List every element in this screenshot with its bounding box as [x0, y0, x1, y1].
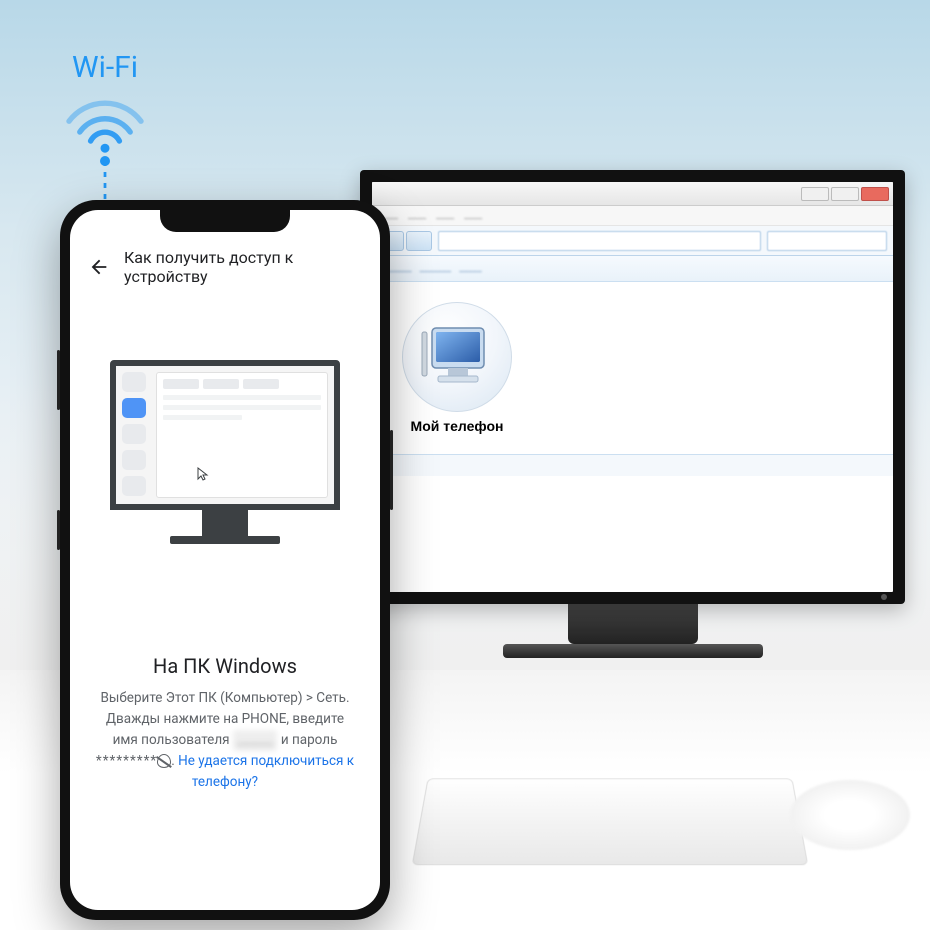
password-masked: ********* [96, 753, 157, 769]
toolbar-item[interactable]: _______ [420, 263, 452, 274]
page-title: Как получить доступ к устройству [124, 248, 362, 286]
instruction-line-1: Выберите Этот ПК (Компьютер) > Сеть. [100, 690, 349, 706]
cursor-icon [197, 467, 209, 481]
section-title: На ПК Windows [153, 654, 297, 678]
window-addressbar [372, 226, 893, 256]
monitor-screen: ____ ____ ____ ____ _______ _______ ____… [372, 182, 893, 592]
monitor-base [503, 644, 763, 658]
computer-device-icon [402, 302, 512, 412]
monitor-stand [568, 604, 698, 644]
phone-body: На ПК Windows Выберите Этот ПК (Компьюте… [70, 300, 380, 910]
phone-screen: Как получить доступ к устройству [70, 210, 380, 910]
window-maximize-button[interactable] [831, 187, 859, 201]
wifi-indicator: Wi-Fi [60, 50, 150, 153]
keyboard [412, 778, 809, 865]
instruction-line-3a: пользователя [141, 732, 229, 748]
phone-side-button [390, 430, 393, 510]
window-minimize-button[interactable] [801, 187, 829, 201]
wifi-icon [60, 93, 150, 153]
monitor-bezel: ____ ____ ____ ____ _______ _______ ____… [360, 170, 905, 604]
coffee-cup [790, 780, 910, 850]
search-input[interactable] [767, 231, 887, 251]
phone-side-button [57, 350, 60, 410]
section-text: Выберите Этот ПК (Компьютер) > Сеть. Два… [92, 688, 358, 793]
network-device-item[interactable]: Мой телефон [392, 302, 522, 434]
monitor-power-led [881, 594, 887, 600]
smartphone: Как получить доступ к устройству [60, 200, 390, 920]
desktop-monitor: ____ ____ ____ ____ _______ _______ ____… [360, 170, 905, 658]
window-statusbar [372, 454, 893, 476]
nav-forward-button[interactable] [406, 231, 432, 251]
instruction-line-3b: и пароль [281, 732, 338, 748]
menu-item[interactable]: ____ [408, 210, 426, 221]
address-input[interactable] [438, 231, 761, 251]
window-toolbar: _______ _______ _____ [372, 256, 893, 282]
window-menubar: ____ ____ ____ ____ [372, 206, 893, 226]
visibility-off-icon [157, 754, 171, 768]
wifi-label: Wi-Fi [72, 50, 138, 85]
phone-notch [160, 210, 290, 232]
phone-side-button [57, 510, 60, 550]
username-masked: ______ [233, 730, 278, 751]
menu-item[interactable]: ____ [464, 210, 482, 221]
back-button[interactable] [88, 256, 110, 278]
illustration-monitor [110, 360, 340, 544]
device-label: Мой телефон [411, 418, 504, 434]
toolbar-item[interactable]: _____ [459, 263, 482, 274]
menu-item[interactable]: ____ [436, 210, 454, 221]
help-link[interactable]: Не удается подключиться к телефону? [178, 753, 354, 790]
window-body: Мой телефон [372, 282, 893, 454]
window-titlebar [372, 182, 893, 206]
window-close-button[interactable] [861, 187, 889, 201]
